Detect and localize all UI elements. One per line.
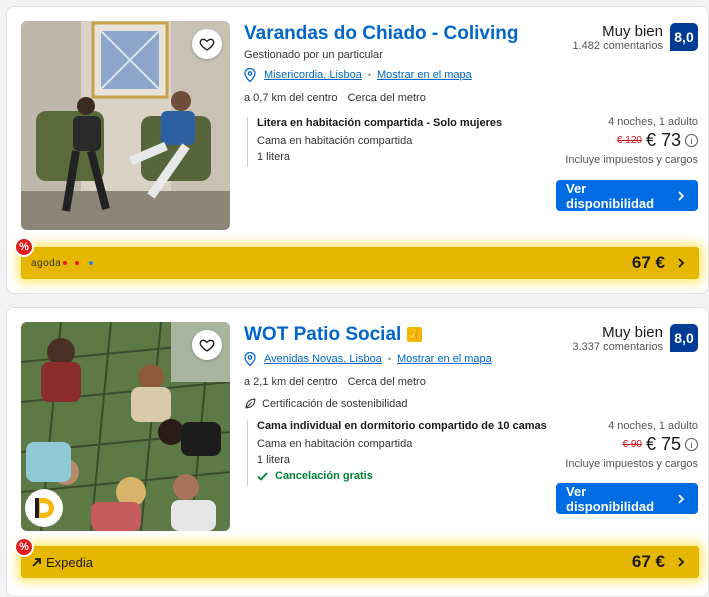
- current-price: € 75: [645, 434, 681, 454]
- check-icon: [257, 471, 268, 481]
- room-info: Litera en habitación compartida - Solo m…: [247, 117, 502, 167]
- map-pin-icon: [244, 352, 256, 366]
- sustainability-label: Certificación de sostenibilidad: [262, 397, 408, 410]
- info-icon[interactable]: i: [685, 134, 698, 147]
- nights-adults: 4 noches, 1 adulto: [608, 116, 698, 128]
- distance-text: a 0,7 km del centro: [244, 92, 338, 104]
- listing-title[interactable]: Varandas do Chiado - Coliving: [244, 23, 518, 45]
- score-label: Muy bien: [602, 23, 663, 40]
- d-logo-icon: [35, 498, 54, 518]
- listing-card[interactable]: WOT Patio Social 👍 Avenidas Novas, Lisboa…: [6, 307, 709, 597]
- room-title: Litera en habitación compartida - Solo m…: [257, 117, 503, 129]
- favorite-button[interactable]: [192, 330, 222, 360]
- provider-name: Expedia: [46, 554, 93, 570]
- sustainability-icon: [245, 398, 256, 409]
- review-score[interactable]: Muy bien 1.482 comentarios 8,0: [572, 23, 698, 52]
- listing-card[interactable]: Varandas do Chiado - Coliving Gestionado…: [6, 6, 709, 294]
- taxes-note: Incluye impuestos y cargos: [565, 154, 698, 166]
- bed-type: 1 litera: [257, 454, 291, 466]
- listing-title-row: WOT Patio Social 👍: [244, 324, 423, 346]
- discount-badge: %: [14, 537, 34, 557]
- metro-text: Cerca del metro: [347, 376, 426, 388]
- original-price: € 120: [616, 135, 642, 146]
- see-availability-button[interactable]: Ver disponibilidad: [556, 180, 698, 211]
- discount-badge: %: [14, 237, 34, 257]
- separator-dot: •: [387, 354, 391, 364]
- map-pin-icon: [244, 68, 256, 82]
- room-info: Cama individual en dormitorio compartido…: [247, 420, 547, 486]
- info-icon[interactable]: i: [685, 438, 698, 451]
- show-map-link[interactable]: Mostrar en el mapa: [397, 353, 492, 365]
- show-map-link[interactable]: Mostrar en el mapa: [377, 69, 472, 81]
- deal-price: 67 €: [631, 552, 665, 571]
- price-block: 4 noches, 1 adulto € 120 € 73 i Incluye …: [565, 116, 698, 166]
- managed-by: Gestionado por un particular: [244, 49, 383, 61]
- score-label: Muy bien: [602, 324, 663, 341]
- review-count: 1.482 comentarios: [572, 40, 664, 52]
- price-block: 4 noches, 1 adulto € 90 € 75 i Incluye i…: [565, 420, 698, 470]
- score-badge: 8,0: [670, 324, 698, 352]
- metro-text: Cerca del metro: [347, 92, 426, 104]
- chevron-right-icon: [678, 557, 685, 567]
- location-row: Avenidas Novas, Lisboa • Mostrar en el m…: [244, 352, 492, 366]
- cta-label: Ver disponibilidad: [566, 180, 655, 211]
- cancel-label: Cancelación gratis: [275, 470, 373, 482]
- district-link[interactable]: Avenidas Novas, Lisboa: [264, 353, 382, 365]
- separator-dot: •: [367, 70, 371, 80]
- heart-icon: [199, 339, 215, 352]
- favorite-button[interactable]: [192, 29, 222, 59]
- bed-type: 1 litera: [257, 151, 291, 163]
- original-price: € 90: [622, 439, 642, 450]
- district-link[interactable]: Misericordia, Lisboa: [264, 69, 362, 81]
- chevron-right-icon: [678, 190, 685, 201]
- review-count: 3.337 comentarios: [572, 341, 664, 353]
- expedia-logo: Expedia: [31, 555, 93, 570]
- deal-bar[interactable]: agoda 67 €: [21, 247, 699, 279]
- cta-label: Ver disponibilidad: [566, 483, 655, 514]
- distance-text: a 2,1 km del centro: [244, 376, 338, 388]
- review-score[interactable]: Muy bien 3.337 comentarios 8,0: [572, 324, 698, 353]
- listing-photo[interactable]: [21, 322, 230, 531]
- thumbs-up-icon: 👍: [407, 327, 423, 343]
- room-title: Cama individual en dormitorio compartido…: [257, 420, 547, 432]
- brand-logo: [25, 489, 63, 527]
- deal-price: 67 €: [631, 253, 665, 272]
- distance-row: a 2,1 km del centro Cerca del metro: [244, 376, 426, 388]
- score-badge: 8,0: [670, 23, 698, 51]
- taxes-note: Incluye impuestos y cargos: [565, 458, 698, 470]
- location-row: Misericordia, Lisboa • Mostrar en el map…: [244, 68, 472, 82]
- distance-row: a 0,7 km del centro Cerca del metro: [244, 92, 426, 104]
- deal-bar[interactable]: Expedia 67 €: [21, 546, 699, 578]
- heart-icon: [199, 38, 215, 51]
- room-type: Cama en habitación compartida: [257, 438, 413, 450]
- expedia-arrow-icon: [32, 557, 41, 567]
- provider-name: agoda: [31, 257, 62, 269]
- sustainability-row[interactable]: Certificación de sostenibilidad: [244, 397, 408, 410]
- agoda-logo: agoda: [31, 257, 94, 269]
- current-price: € 73: [645, 130, 681, 150]
- room-type: Cama en habitación compartida: [257, 135, 413, 147]
- listing-title[interactable]: WOT Patio Social: [244, 324, 401, 345]
- free-cancellation: Cancelación gratis: [257, 470, 547, 482]
- see-availability-button[interactable]: Ver disponibilidad: [556, 483, 698, 514]
- listing-photo[interactable]: [21, 21, 230, 230]
- chevron-right-icon: [678, 493, 685, 504]
- nights-adults: 4 noches, 1 adulto: [608, 420, 698, 432]
- chevron-right-icon: [678, 258, 685, 268]
